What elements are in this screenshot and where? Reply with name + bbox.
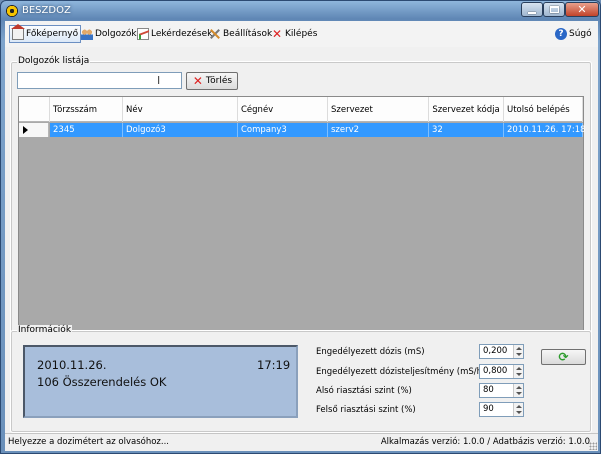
cell-torzsszam[interactable]: 2345 — [50, 123, 123, 137]
column-header-szervezet[interactable]: Szervezet — [328, 97, 429, 122]
cell-cegnev[interactable]: Company3 — [238, 123, 328, 137]
lower-alarm-value: 80 — [483, 385, 494, 395]
toolbar-queries-label: Lekérdezések — [151, 29, 213, 39]
lower-alarm-stepper[interactable]: 80 — [479, 383, 524, 398]
tools-icon — [209, 28, 221, 40]
toolbar-home-label: Főképernyő — [26, 29, 79, 39]
toolbar-settings-button[interactable]: Beállítások — [207, 25, 274, 43]
upper-alarm-label: Felső riasztási szint (%) — [316, 405, 416, 415]
stepper-arrows[interactable] — [513, 384, 523, 397]
radiation-icon — [6, 5, 18, 17]
toolbar-settings-label: Beállítások — [223, 29, 273, 39]
app-window: BESZDOZ ✕ Főképernyő Dolgozók Lekérdezés… — [0, 0, 601, 454]
allowed-dose-rate-stepper[interactable]: 0,800 — [479, 364, 524, 379]
cell-szervezet-kodja[interactable]: 32 — [429, 123, 504, 137]
allowed-dose-label: Engedélyezett dózis (mS) — [316, 347, 425, 357]
toolbar-exit-label: Kilépés — [285, 29, 318, 39]
toolbar-employees-label: Dolgozók — [95, 29, 137, 39]
help-icon: ? — [555, 28, 567, 40]
grid-header: Törzsszám Név Cégnév Szervezet Szervezet… — [19, 97, 583, 122]
cell-szervezet[interactable]: szerv2 — [328, 123, 429, 137]
lower-alarm-label: Alsó riasztási szint (%) — [316, 386, 412, 396]
display-time: 17:19 — [257, 358, 291, 372]
title-bar[interactable]: BESZDOZ ✕ — [1, 1, 600, 21]
column-header-torzsszam[interactable]: Törzsszám — [50, 97, 123, 122]
toolbar-help-label: Súgó — [569, 29, 592, 39]
column-header-utolso-belepes[interactable]: Utolsó belépés — [504, 97, 583, 122]
down-arrow-icon — [516, 353, 522, 356]
up-arrow-icon — [516, 386, 522, 389]
maximize-button[interactable] — [543, 2, 565, 17]
employees-grid[interactable]: Törzsszám Név Cégnév Szervezet Szervezet… — [18, 96, 586, 344]
upper-alarm-stepper[interactable]: 90 — [479, 402, 524, 417]
maximize-icon — [549, 6, 559, 13]
clear-button[interactable]: ✕ Törlés — [186, 72, 238, 90]
stepper-arrows[interactable] — [513, 365, 523, 378]
allowed-dose-value: 0,200 — [483, 346, 508, 356]
text-cursor-icon: I — [157, 74, 161, 87]
home-icon — [11, 24, 25, 40]
display-date: 2010.11.26. — [37, 358, 107, 372]
refresh-button[interactable]: ⟳ — [541, 349, 586, 365]
up-arrow-icon — [516, 367, 522, 370]
status-display: 2010.11.26. 17:19 106 Összerendelés OK — [23, 345, 298, 418]
toolbar-employees-button[interactable]: Dolgozók — [79, 25, 139, 43]
allowed-dose-stepper[interactable]: 0,200 — [479, 344, 524, 359]
current-row-arrow-icon — [23, 126, 28, 134]
close-button[interactable]: ✕ — [565, 2, 599, 17]
toolbar-home-button[interactable]: Főképernyő — [9, 24, 82, 43]
up-arrow-icon — [516, 405, 522, 408]
down-arrow-icon — [516, 373, 522, 376]
version-info: Alkalmazás verzió: 1.0.0 / Adatbázis ver… — [380, 437, 590, 447]
allowed-dose-rate-value: 0,800 — [483, 366, 508, 376]
client-area: Főképernyő Dolgozók Lekérdezések Beállít… — [5, 21, 598, 451]
cell-utolso-belepes[interactable]: 2010.11.26. 17:18 — [504, 123, 586, 137]
chart-icon — [137, 28, 149, 40]
toolbar-exit-button[interactable]: ✕ Kilépés — [269, 25, 319, 43]
people-icon — [81, 28, 93, 40]
window-title: BESZDOZ — [22, 5, 71, 16]
toolbar-help-button[interactable]: ? Súgó — [553, 25, 594, 43]
down-arrow-icon — [516, 411, 522, 414]
stepper-arrows[interactable] — [513, 403, 523, 416]
upper-alarm-value: 90 — [483, 404, 494, 414]
exit-icon: ✕ — [271, 27, 283, 41]
info-group: Információk 2010.11.26. 17:19 106 Összer… — [10, 325, 592, 433]
table-row[interactable]: 2345 Dolgozó3 Company3 szerv2 32 2010.11… — [19, 123, 586, 137]
minimize-icon — [528, 11, 536, 14]
row-selector[interactable] — [19, 123, 49, 137]
down-arrow-icon — [516, 392, 522, 395]
column-header-nev[interactable]: Név — [123, 97, 238, 122]
employees-group-title: Dolgozók listája — [17, 56, 91, 66]
allowed-dose-rate-label: Engedélyezett dózisteljesítmény (mS/h) — [316, 367, 486, 377]
toolbar-queries-button[interactable]: Lekérdezések — [135, 25, 214, 43]
row-header-corner — [19, 97, 50, 122]
up-arrow-icon — [516, 347, 522, 350]
cell-nev[interactable]: Dolgozó3 — [123, 123, 238, 137]
clear-icon: ✕ — [192, 74, 203, 88]
clear-button-label: Törlés — [205, 76, 233, 86]
status-bar: Helyezze a dozimétert az olvasóhoz... Al… — [5, 433, 598, 451]
info-group-title: Információk — [17, 325, 73, 335]
status-message: Helyezze a dozimétert az olvasóhoz... — [8, 437, 169, 447]
column-header-szervezet-kodja[interactable]: Szervezet kódja — [429, 97, 504, 122]
close-icon: ✕ — [577, 3, 587, 16]
display-status: 106 Összerendelés OK — [37, 375, 167, 389]
toolbar: Főképernyő Dolgozók Lekérdezések Beállít… — [5, 21, 598, 47]
refresh-icon: ⟳ — [558, 350, 569, 364]
resize-grip-icon[interactable] — [589, 442, 597, 450]
minimize-button[interactable] — [521, 2, 543, 17]
column-header-cegnev[interactable]: Cégnév — [238, 97, 328, 122]
stepper-arrows[interactable] — [513, 345, 523, 358]
